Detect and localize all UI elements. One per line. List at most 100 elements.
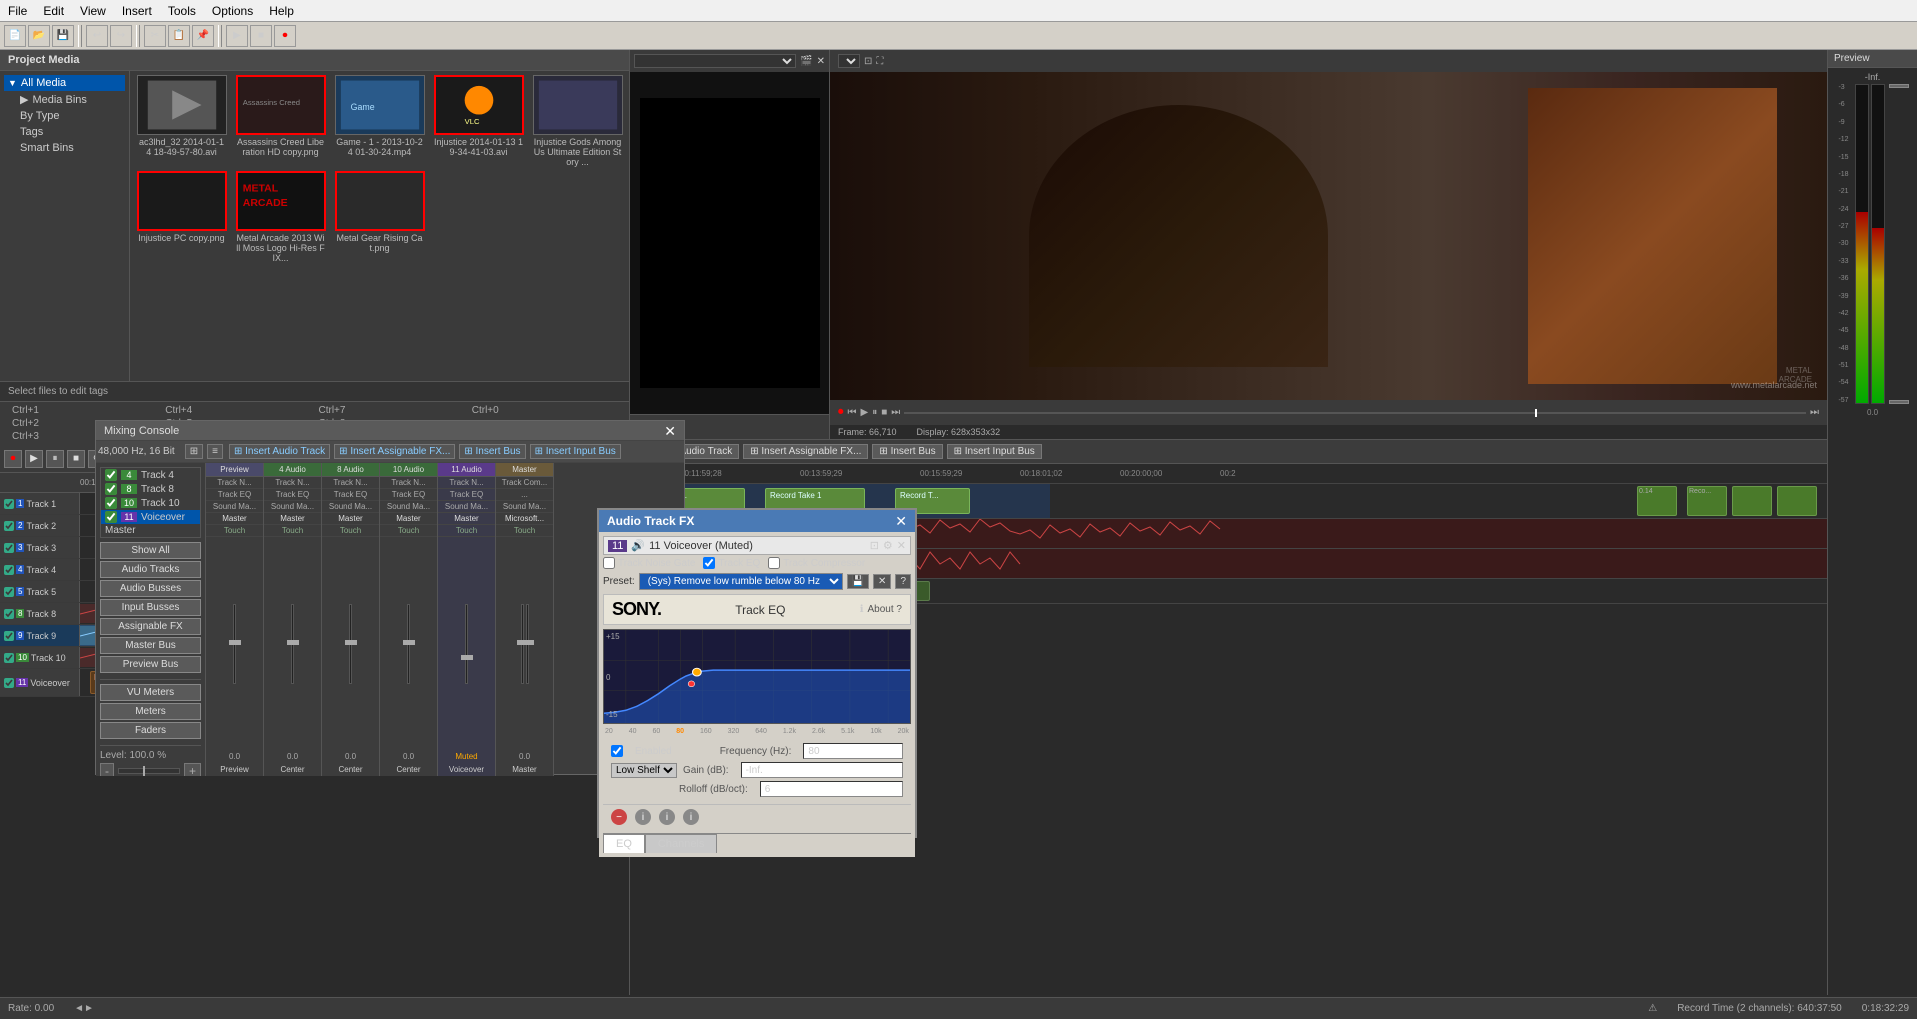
assignable-fx-btn[interactable]: Assignable FX <box>100 618 201 635</box>
menu-insert[interactable]: Insert <box>114 2 160 20</box>
about-icon[interactable]: ℹ <box>860 604 864 615</box>
mixing-insert-bus[interactable]: ⊞ Insert Bus <box>459 444 525 459</box>
shortcut-0[interactable]: Ctrl+0 <box>468 404 621 417</box>
filter-type-select[interactable]: Low Shelf <box>611 763 677 778</box>
ch-eq-8[interactable]: Track EQ <box>322 489 379 501</box>
preview-bus-btn[interactable]: Preview Bus <box>100 656 201 673</box>
prev-rewind-btn[interactable]: ⏮ <box>848 407 857 418</box>
stop-btn[interactable]: ■ <box>250 25 272 47</box>
ch-touch-master[interactable]: Touch <box>496 525 553 537</box>
track-3-enable[interactable] <box>4 543 14 553</box>
ch-eq-11[interactable]: Track EQ <box>438 489 495 501</box>
fx-close-icon[interactable]: ✕ <box>897 539 906 552</box>
ch-touch-4[interactable]: Touch <box>264 525 321 537</box>
ch-name-8[interactable]: Track N... <box>322 477 379 489</box>
tl-stop-btn[interactable]: ■ <box>67 450 85 468</box>
track-2-enable[interactable] <box>4 521 14 531</box>
fx-track-eq-check[interactable]: Track EQ <box>703 557 760 569</box>
faders-btn[interactable]: Faders <box>100 722 201 739</box>
tl-record-btn[interactable]: ⏺ <box>4 450 22 468</box>
undo-btn[interactable]: ↩ <box>86 25 108 47</box>
shortcut-7[interactable]: Ctrl+7 <box>315 404 468 417</box>
preview-source-select[interactable]: (None) <box>634 54 796 68</box>
audio-busses-btn[interactable]: Audio Busses <box>100 580 201 597</box>
ch-eq-master[interactable]: ... <box>496 489 553 501</box>
fader-8[interactable] <box>349 537 352 750</box>
meters-btn[interactable]: Meters <box>100 703 201 720</box>
redo-btn[interactable]: ↪ <box>110 25 132 47</box>
vo-record-clip-7[interactable] <box>1777 486 1817 516</box>
tree-by-type[interactable]: By Type <box>4 108 125 124</box>
ch-name-master[interactable]: Track Com... <box>496 477 553 489</box>
mix-track-master[interactable]: Master <box>101 524 200 537</box>
menu-file[interactable]: File <box>0 2 35 20</box>
mix-track-10-enable[interactable] <box>105 497 117 509</box>
zoom-in-icon[interactable]: + <box>184 763 201 776</box>
eq-frequency-input[interactable]: 80 <box>803 743 903 759</box>
mix-track-8-enable[interactable] <box>105 483 117 495</box>
prev-record-btn[interactable]: ⏺ <box>838 406 844 419</box>
menu-view[interactable]: View <box>72 2 114 20</box>
ch-sound-4[interactable]: Sound Ma... <box>264 501 321 513</box>
media-item-0[interactable]: ac3lhd_32 2014-01-14 18-49-57-80.avi <box>134 75 229 167</box>
track-1-enable[interactable] <box>4 499 14 509</box>
mixing-tool-2[interactable]: ≡ <box>207 444 223 459</box>
fx-noise-gate-check[interactable]: Track Noise Gate <box>603 557 695 569</box>
input-busses-btn[interactable]: Input Busses <box>100 599 201 616</box>
preview-quality-select[interactable]: Best (Full) <box>838 54 860 68</box>
ch-name-11[interactable]: Track N... <box>438 477 495 489</box>
preset-save-btn[interactable]: 💾 <box>847 574 869 589</box>
media-item-1[interactable]: Assassins Creed Assassins Creed Liberati… <box>233 75 328 167</box>
eq-tab-channels[interactable]: Channels <box>645 834 717 853</box>
eq-info-icon-1[interactable]: i <box>635 809 651 825</box>
new-btn[interactable]: 📄 <box>4 25 26 47</box>
eq-info-icon-2[interactable]: i <box>659 809 675 825</box>
preset-delete-btn[interactable]: ✕ <box>873 574 891 589</box>
tree-media-bins[interactable]: ▶ Media Bins <box>4 91 125 108</box>
mixing-insert-input-bus[interactable]: ⊞ Insert Input Bus <box>530 444 621 459</box>
ch-eq-4[interactable]: Track EQ <box>264 489 321 501</box>
audio-fx-close-btn[interactable]: ✕ <box>895 514 907 528</box>
mix-track-4[interactable]: 4 Track 4 <box>101 468 200 482</box>
media-item-2[interactable]: Game Game - 1 - 2013-10-24 01-30-24.mp4 <box>332 75 427 167</box>
gain-input[interactable]: -Inf. <box>741 762 903 778</box>
save-btn[interactable]: 💾 <box>52 25 74 47</box>
media-item-3[interactable]: VLC Injustice 2014-01-13 19-34-41-03.avi <box>431 75 526 167</box>
open-btn[interactable]: 📂 <box>28 25 50 47</box>
eq-tab-eq[interactable]: EQ <box>603 834 645 853</box>
ch-name-4[interactable]: Track N... <box>264 477 321 489</box>
vu-meters-btn[interactable]: VU Meters <box>100 684 201 701</box>
audio-tracks-btn[interactable]: Audio Tracks <box>100 561 201 578</box>
media-item-5[interactable]: Injustice PC copy.png <box>134 171 229 263</box>
preview-fullscreen-icon[interactable]: ⛶ <box>876 56 883 67</box>
track-8-enable[interactable] <box>4 609 14 619</box>
insert-bus-btn[interactable]: ⊞ Insert Bus <box>872 444 942 459</box>
ch-sound-10[interactable]: Sound Ma... <box>380 501 437 513</box>
eq-delete-band-icon[interactable]: − <box>611 809 627 825</box>
gain-type-selector[interactable]: Low Shelf <box>611 763 671 778</box>
insert-assignable-fx-btn[interactable]: ⊞ Insert Assignable FX... <box>743 444 868 459</box>
shortcut-1[interactable]: Ctrl+1 <box>8 404 161 417</box>
fader-4[interactable] <box>291 537 294 750</box>
track-9-enable[interactable] <box>4 631 14 641</box>
ch-eq-preview[interactable]: Track EQ <box>206 489 263 501</box>
vo-record-clip-5[interactable]: Reco... <box>1687 486 1727 516</box>
fx-compressor-check[interactable]: Track Compressor <box>768 557 865 569</box>
ch-eq-10[interactable]: Track EQ <box>380 489 437 501</box>
menu-help[interactable]: Help <box>261 2 302 20</box>
ch-sound-8[interactable]: Sound Ma... <box>322 501 379 513</box>
menu-edit[interactable]: Edit <box>35 2 72 20</box>
zoom-out-icon[interactable]: - <box>100 763 114 776</box>
track-vo-enable[interactable] <box>4 678 14 688</box>
shortcut-4[interactable]: Ctrl+4 <box>161 404 314 417</box>
prev-pause-btn[interactable]: ⏸ <box>872 407 877 418</box>
ch-touch-10[interactable]: Touch <box>380 525 437 537</box>
preset-select[interactable]: (Sys) Remove low rumble below 80 Hz <box>639 573 843 590</box>
mix-track-11-enable[interactable] <box>105 511 117 523</box>
prev-play-btn[interactable]: ▶ <box>861 407 869 418</box>
tree-tags[interactable]: Tags <box>4 124 125 140</box>
tree-all-media[interactable]: ▼ All Media <box>4 75 125 91</box>
fader-master[interactable] <box>521 537 529 750</box>
mixing-tool-1[interactable]: ⊞ <box>185 444 203 459</box>
media-item-4[interactable]: Injustice Gods Among Us Ultimate Edition… <box>530 75 625 167</box>
